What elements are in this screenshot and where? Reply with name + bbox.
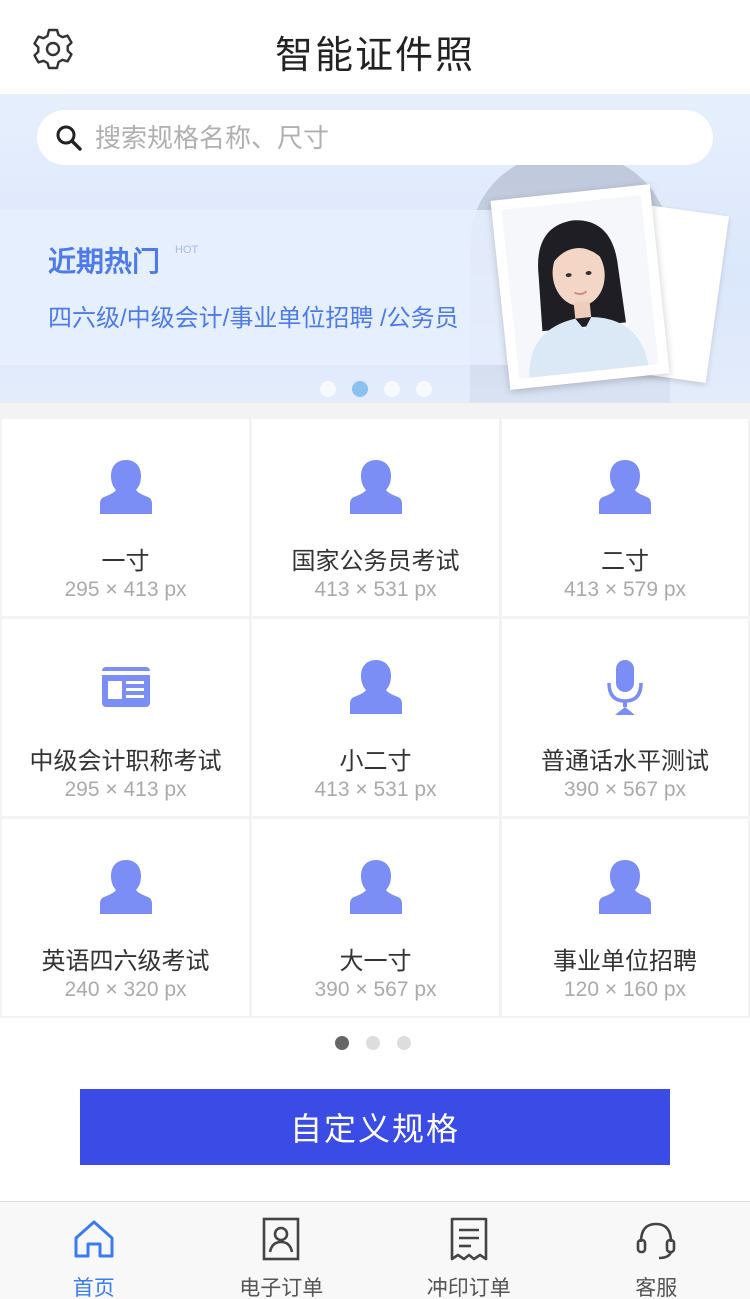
person-icon [99, 460, 152, 514]
tab-label: 首页 [72, 1277, 115, 1299]
person-icon [349, 860, 402, 914]
person-icon [99, 860, 152, 914]
spec-size: 413 × 579 px [563, 578, 687, 601]
tab-bar: 首页 电子订单 冲印订单 客服 [0, 1201, 750, 1299]
banner-dot[interactable] [320, 381, 336, 397]
spec-item[interactable]: 大一寸 390 × 567 px [252, 819, 499, 1016]
spec-item[interactable]: 英语四六级考试 240 × 320 px [2, 819, 249, 1016]
page-title: 智能证件照 [274, 35, 475, 77]
sample-photo [490, 184, 670, 390]
spec-grid: 一寸 295 × 413 px 国家公务员考试 413 × 531 px 二寸 … [0, 419, 750, 1016]
spec-name: 英语四六级考试 [41, 948, 210, 975]
tab-e-orders[interactable]: 电子订单 [188, 1202, 376, 1299]
spec-size: 295 × 413 px [64, 778, 187, 801]
microphone-icon [607, 660, 643, 715]
person-icon [599, 460, 651, 514]
hot-title: 近期热门 [48, 246, 161, 277]
home-icon [74, 1220, 114, 1258]
customer-service-icon [636, 1222, 676, 1260]
spec-item[interactable]: 二寸 413 × 579 px [502, 419, 748, 616]
spec-item[interactable]: 国家公务员考试 413 × 531 px [252, 419, 499, 616]
spec-item[interactable]: 中级会计职称考试 295 × 413 px [2, 619, 249, 816]
portrait-illustration [529, 220, 649, 378]
banner-card [0, 210, 560, 365]
tab-home[interactable]: 首页 [0, 1202, 188, 1299]
spec-name: 普通话水平测试 [541, 748, 709, 775]
person-icon [349, 660, 402, 714]
spec-size: 295 × 413 px [64, 578, 187, 601]
tab-customer-service[interactable]: 客服 [563, 1202, 750, 1299]
spec-size: 413 × 531 px [314, 578, 437, 601]
spec-name: 中级会计职称考试 [29, 748, 222, 775]
spec-size: 390 × 567 px [563, 778, 687, 801]
spec-name: 事业单位招聘 [553, 948, 697, 975]
banner-dot-active[interactable] [352, 381, 368, 397]
id-badge-icon [262, 1217, 300, 1261]
spec-name: 小二寸 [339, 748, 412, 775]
person-icon [599, 860, 651, 914]
receipt-icon [450, 1217, 488, 1261]
banner-pagination[interactable] [320, 381, 432, 397]
hot-banner[interactable]: 近期热门 HOT 四六级/中级会计/事业单位招聘 /公务员 [0, 94, 750, 403]
custom-spec-button[interactable]: 自定义规格 [80, 1089, 670, 1165]
spec-name: 一寸 [101, 548, 150, 575]
spec-size: 120 × 160 px [563, 978, 687, 1001]
spec-item[interactable]: 小二寸 413 × 531 px [252, 619, 499, 816]
id-card-icon [101, 667, 150, 707]
spec-size: 390 × 567 px [314, 978, 437, 1001]
tab-label: 冲印订单 [426, 1277, 511, 1299]
spec-size: 240 × 320 px [64, 978, 187, 1001]
spec-name: 大一寸 [339, 948, 412, 975]
hot-badge: HOT [175, 244, 199, 256]
spec-item[interactable]: 事业单位招聘 120 × 160 px [502, 819, 748, 1016]
banner-dot[interactable] [416, 381, 432, 397]
tab-label: 客服 [635, 1277, 678, 1299]
person-icon [349, 460, 402, 514]
hot-subtitle: 四六级/中级会计/事业单位招聘 /公务员 [48, 305, 459, 332]
spec-size: 413 × 531 px [314, 778, 437, 801]
search-bar[interactable] [37, 110, 713, 165]
grid-pagination[interactable] [335, 1036, 411, 1050]
search-icon [56, 125, 82, 151]
spec-item[interactable]: 普通话水平测试 390 × 567 px [502, 619, 748, 816]
page-dot[interactable] [397, 1036, 411, 1050]
tab-label: 电子订单 [239, 1277, 324, 1299]
tab-print-orders[interactable]: 冲印订单 [375, 1202, 563, 1299]
banner-dot[interactable] [384, 381, 400, 397]
spec-name: 国家公务员考试 [291, 548, 460, 575]
top-bar: 智能证件照 [0, 0, 750, 94]
page-dot[interactable] [366, 1036, 380, 1050]
page-dot-active[interactable] [335, 1036, 349, 1050]
spec-item[interactable]: 一寸 295 × 413 px [2, 419, 249, 616]
search-input[interactable] [95, 118, 675, 158]
spec-name: 二寸 [601, 548, 649, 575]
